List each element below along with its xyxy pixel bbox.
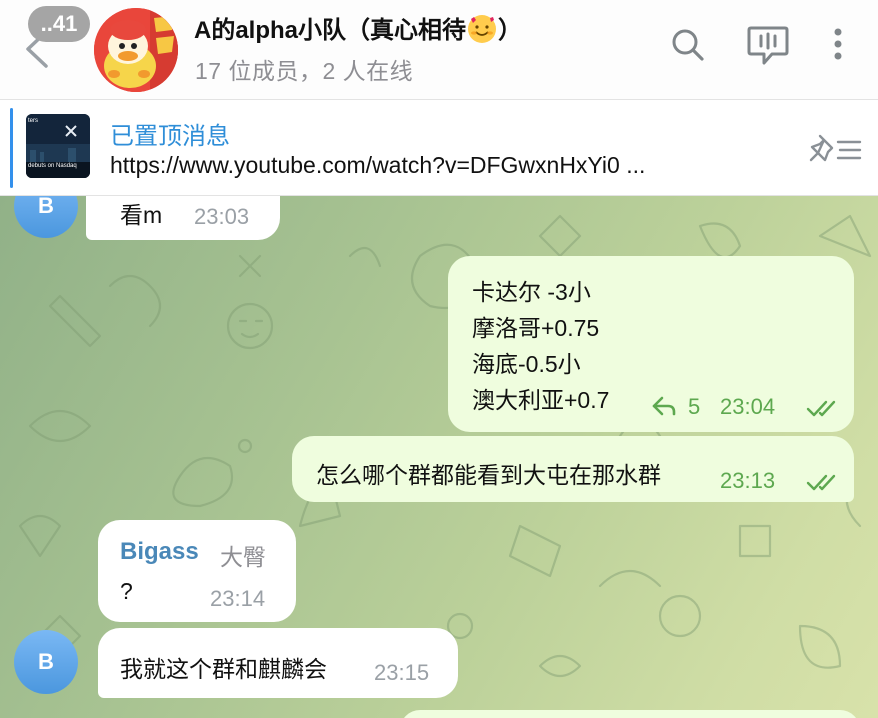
user-avatar[interactable]: B [14, 630, 78, 694]
reply-count[interactable]: 5 [688, 394, 700, 420]
message-text: 卡达尔 -3小 摩洛哥+0.75 海底-0.5小 澳大利亚+0.7 [472, 274, 609, 418]
message-time: 23:14 [210, 586, 266, 611]
message-line: 卡达尔 -3小 [472, 279, 591, 305]
message-line: 摩洛哥+0.75 [472, 315, 600, 341]
message-bubble-outgoing[interactable]: 卡达尔 -3小 摩洛哥+0.75 海底-0.5小 澳大利亚+0.7 5 23:0… [448, 256, 854, 432]
chat-area[interactable]: B 看m 23:03 卡达尔 -3小 摩洛哥+0.75 海底-0.5小 澳大利亚… [0, 196, 878, 718]
search-icon[interactable] [666, 20, 710, 70]
sender-rank: 大臀 [220, 544, 266, 570]
message-bubble-incoming[interactable]: 我就这个群和麒麟会 23:15 [98, 628, 458, 698]
avatar-initial: B [38, 196, 54, 218]
message-time: 23:04 [720, 394, 776, 419]
message-line: 澳大利亚+0.7 [472, 387, 610, 413]
message-line: 海底-0.5小 [472, 351, 581, 377]
pinned-title: 已置顶消息 [110, 123, 230, 150]
back-button[interactable]: ..41 [18, 4, 94, 74]
sender-name[interactable]: Bigass [120, 538, 199, 566]
reply-arrow-icon[interactable] [650, 394, 678, 418]
chat-header: ..41 A的alpha小队（真心相待 ） 17 位成员，2 人在线 [0, 0, 878, 100]
message-time: 23:03 [194, 204, 250, 229]
voice-chat-icon[interactable] [746, 20, 790, 70]
chat-title-text: A的alpha小队（真心相待 [194, 17, 467, 44]
message-text: 看m [120, 202, 163, 228]
message-text: 怎么哪个群都能看到大屯在那水群 [316, 462, 661, 488]
pinned-text: https://www.youtube.com/watch?v=DFGwxnHx… [110, 152, 646, 178]
avatar-initial: B [38, 649, 54, 674]
pinned-thumbnail: ters debuts on Nasdaq [26, 114, 90, 178]
chat-title-end: ） [498, 17, 523, 44]
pin-list-icon[interactable] [806, 130, 866, 166]
message-bubble-incoming[interactable]: 看m 23:03 [86, 196, 280, 240]
message-text: ? [120, 578, 133, 604]
message-bubble-outgoing[interactable]: 怎么哪个群都能看到大屯在那水群 23:13 [292, 436, 854, 502]
chat-title[interactable]: A的alpha小队（真心相待 ） [194, 10, 522, 45]
message-bubble-incoming[interactable]: Bigass 大臀 ? 23:14 [98, 520, 296, 622]
read-double-check-icon [806, 400, 836, 417]
message-time: 23:15 [374, 660, 430, 685]
more-vertical-icon[interactable] [818, 20, 862, 70]
pinned-indicator [10, 108, 13, 188]
message-bubble-outgoing[interactable] [400, 710, 860, 718]
member-status: 17 位成员，2 人在线 [195, 58, 414, 84]
pinned-message-bar[interactable]: ters debuts on Nasdaq 已置顶消息 https://www.… [0, 100, 878, 196]
group-avatar[interactable] [94, 8, 178, 92]
unread-badge: ..41 [28, 6, 90, 42]
pinned-thumb-caption-top: ters [28, 118, 39, 124]
message-time: 23:13 [720, 468, 776, 493]
smiling-face-with-hearts-icon [468, 15, 497, 43]
message-text: 我就这个群和麒麟会 [120, 656, 327, 682]
read-double-check-icon [806, 474, 836, 491]
pinned-thumb-caption: debuts on Nasdaq [28, 163, 77, 169]
